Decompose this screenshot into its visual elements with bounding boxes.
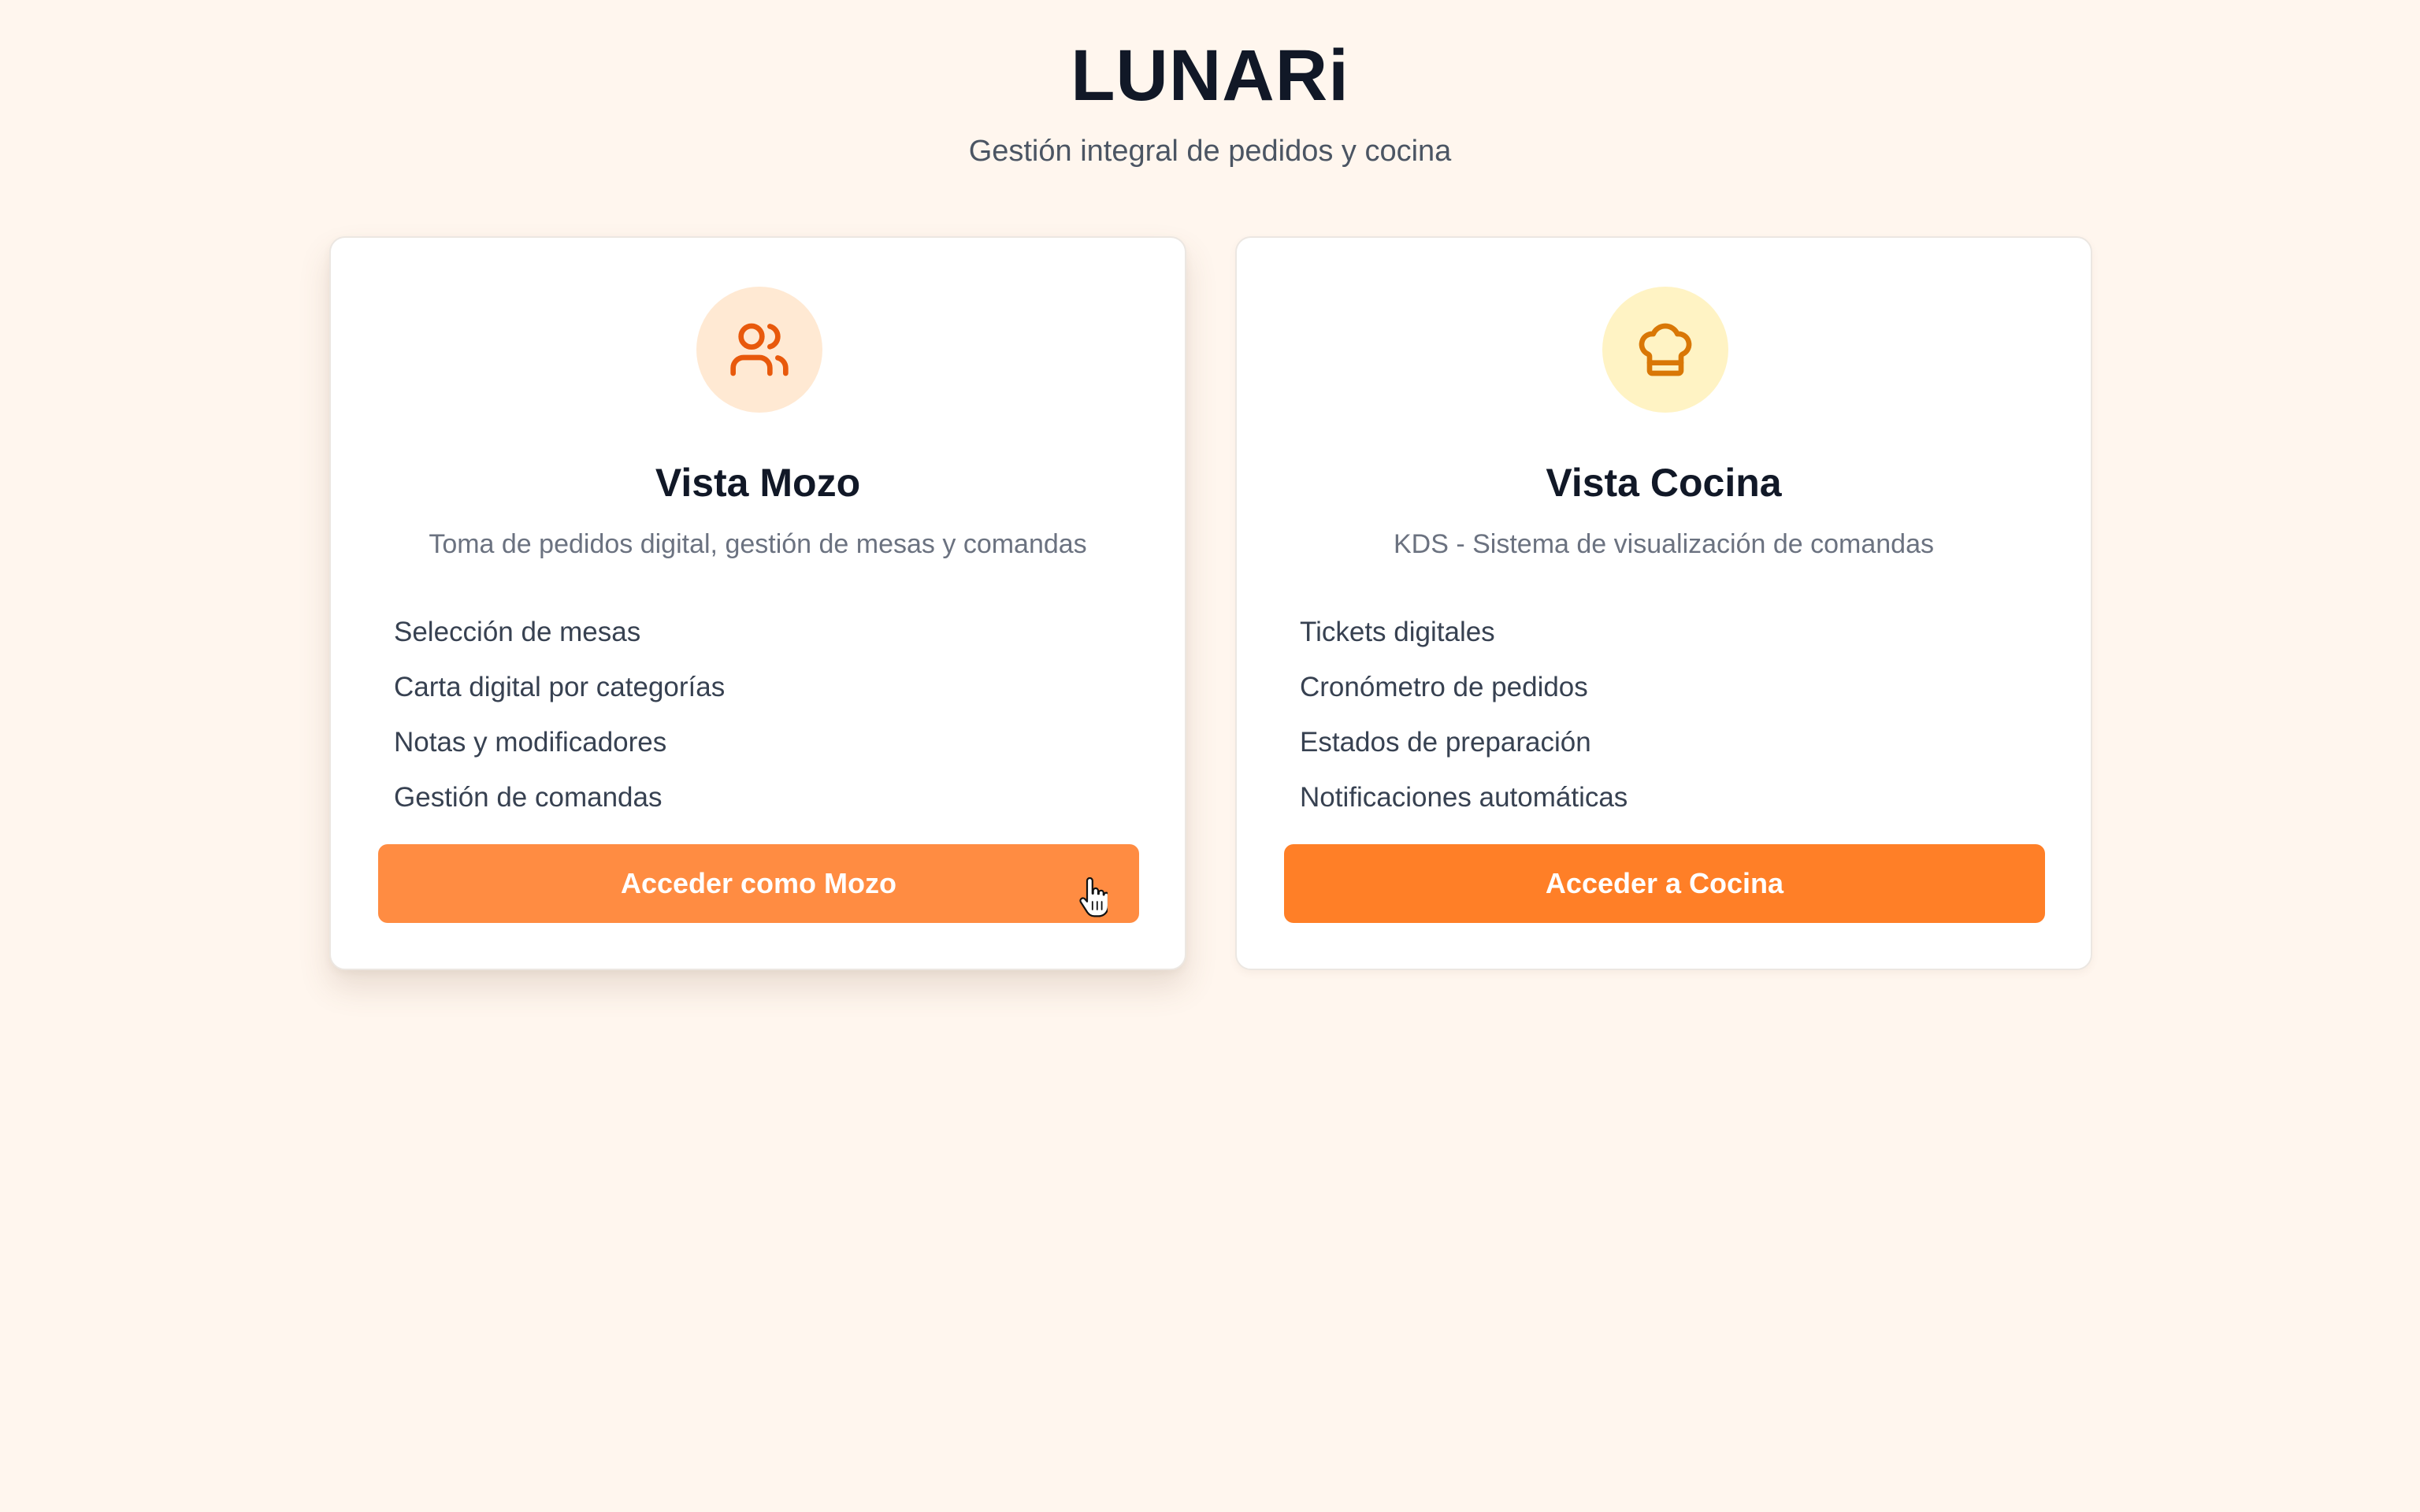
waiter-card-title: Vista Mozo	[655, 461, 861, 505]
feature-item: Cronómetro de pedidos	[1300, 672, 1588, 702]
feature-item: Gestión de comandas	[394, 782, 663, 813]
feature-item: Estados de preparación	[1300, 727, 1591, 758]
feature-item: Selección de mesas	[394, 617, 641, 647]
waiter-feature-list: Selección de mesas Carta digital por cat…	[394, 605, 725, 825]
kitchen-icon-badge	[1602, 287, 1728, 413]
access-kitchen-button[interactable]: Acceder a Cocina	[1284, 844, 2045, 923]
kitchen-card-title: Vista Cocina	[1546, 461, 1782, 505]
app-subtitle: Gestión integral de pedidos y cocina	[968, 135, 1452, 168]
kitchen-feature-list: Tickets digitales Cronómetro de pedidos …	[1300, 605, 1628, 825]
feature-item: Carta digital por categorías	[394, 672, 726, 702]
kitchen-view-card: Vista Cocina KDS - Sistema de visualizac…	[1235, 236, 2092, 970]
feature-item: Notificaciones automáticas	[1300, 782, 1628, 813]
waiter-view-card: Vista Mozo Toma de pedidos digital, gest…	[329, 236, 1186, 970]
feature-item: Tickets digitales	[1300, 617, 1495, 647]
app-title: LUNARi	[1071, 35, 1349, 116]
chef-hat-icon	[1639, 323, 1692, 376]
landing-page: LUNARi Gestión integral de pedidos y coc…	[0, 0, 2420, 1512]
kitchen-card-description: KDS - Sistema de visualización de comand…	[1394, 529, 1934, 559]
users-icon	[730, 323, 789, 376]
waiter-card-description: Toma de pedidos digital, gestión de mesa…	[429, 529, 1087, 559]
waiter-icon-badge	[696, 287, 822, 413]
feature-item: Notas y modificadores	[394, 727, 667, 758]
access-waiter-button[interactable]: Acceder como Mozo	[378, 844, 1139, 923]
